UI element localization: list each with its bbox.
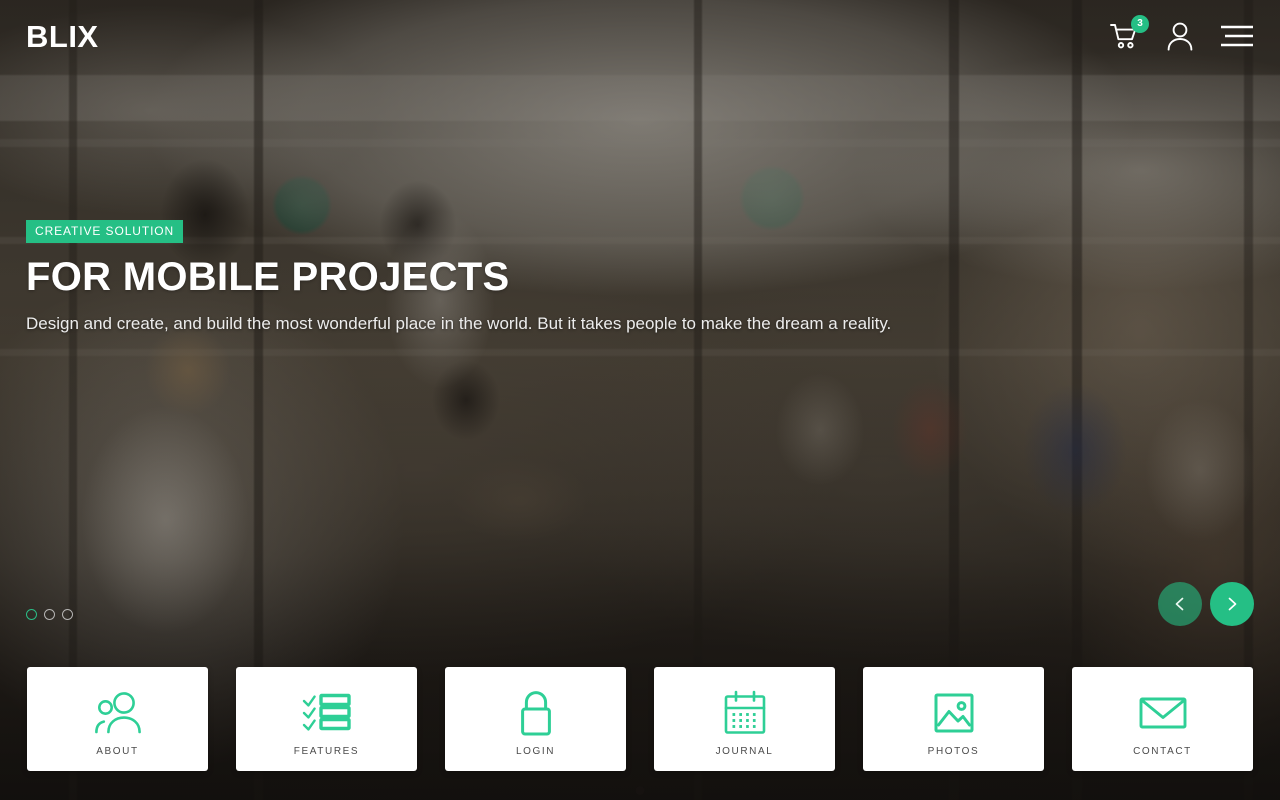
nav-card-label: FEATURES xyxy=(293,745,360,757)
nav-card-photos[interactable]: PHOTOS xyxy=(863,667,1044,771)
header-actions: 3 xyxy=(1110,15,1254,51)
hamburger-menu-icon xyxy=(1220,24,1254,48)
nav-card-about[interactable]: ABOUT xyxy=(27,667,208,771)
chevron-right-icon xyxy=(1224,596,1240,612)
nav-card-contact[interactable]: CONTACT xyxy=(1072,667,1253,771)
nav-card-label: ABOUT xyxy=(96,745,139,757)
hero-subtitle: Design and create, and build the most wo… xyxy=(26,314,892,333)
hero-content: CREATIVE SOLUTION FOR MOBILE PROJECTS De… xyxy=(26,220,891,336)
calendar-icon xyxy=(721,688,769,738)
nav-card-label: LOGIN xyxy=(515,745,556,757)
nav-card-label: JOURNAL xyxy=(715,745,774,757)
cart-badge-count: 3 xyxy=(1131,15,1149,33)
carousel-navigation xyxy=(1158,582,1254,626)
cart-button[interactable]: 3 xyxy=(1110,15,1149,50)
nav-card-features[interactable]: FEATURES xyxy=(236,667,417,771)
nav-card-label: PHOTOS xyxy=(927,745,980,757)
people-group-icon xyxy=(92,688,144,738)
carousel-prev-button[interactable] xyxy=(1158,582,1202,626)
padlock-icon xyxy=(515,688,557,738)
slide-dot-2[interactable] xyxy=(44,609,55,620)
quick-nav-cards: ABOUT FEATURES LOGIN JOURNAL PHOTOS CONT… xyxy=(27,667,1253,771)
account-button[interactable] xyxy=(1166,21,1194,51)
hero-eyebrow-badge: CREATIVE SOLUTION xyxy=(26,220,184,243)
hero-title: FOR MOBILE PROJECTS xyxy=(26,255,510,299)
nav-card-login[interactable]: LOGIN xyxy=(445,667,626,771)
menu-button[interactable] xyxy=(1220,24,1254,48)
image-picture-icon xyxy=(930,688,978,738)
carousel-next-button[interactable] xyxy=(1210,582,1254,626)
hero-section: BLIX 3 CREATIVE SOLUTION FOR MOBILE PROJ… xyxy=(0,0,1280,800)
envelope-mail-icon xyxy=(1137,688,1189,738)
slide-dot-3[interactable] xyxy=(62,609,73,620)
nav-card-journal[interactable]: JOURNAL xyxy=(654,667,835,771)
user-account-icon xyxy=(1166,21,1194,51)
slide-indicator-dots xyxy=(26,609,73,620)
site-header: BLIX 3 xyxy=(0,0,1280,72)
chevron-left-icon xyxy=(1172,596,1188,612)
scroll-indicator-dot[interactable] xyxy=(635,786,645,795)
slide-dot-1[interactable] xyxy=(26,609,37,620)
checklist-icon xyxy=(302,688,352,738)
nav-card-label: CONTACT xyxy=(1133,745,1192,757)
brand-logo[interactable]: BLIX xyxy=(26,21,99,52)
